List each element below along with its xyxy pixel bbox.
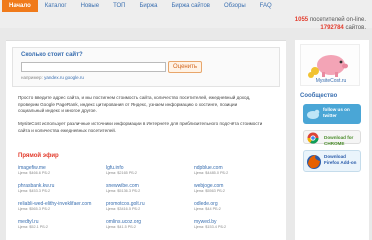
description-line-3: социальный индекс и многое другое. [18,108,97,114]
community-title: Сообщество [300,93,338,99]
firefox-label: Download Firefox Add-on [324,154,357,165]
nav-item-0[interactable]: Начало [2,0,38,12]
nav-item-3[interactable]: ТОП [106,0,132,12]
nav-item-7[interactable]: FAQ [253,0,279,12]
live-site-item: reliabli-wed-elithy-inveklifaer.com Цена:… [18,201,102,212]
firefox-button[interactable]: Download Firefox Add-on [303,150,361,172]
live-site-item: lgfu.info Цена: $2165 РБ:2 [106,165,190,176]
live-feed-title: Прямой эфир [18,153,59,159]
live-site-value: Цена: $41.5 РБ:2 [106,225,136,229]
live-site-value: Цена: $5563 РБ:2 [194,189,226,193]
example-link-2[interactable]: google.ru [65,75,84,80]
live-site-value: Цена: $153.4 РБ:2 [194,225,227,229]
live-site-item: mywed.by Цена: $153.4 РБ:2 [194,219,278,230]
main-content: Сколько стоит сайт? Оценить например: ya… [6,40,286,240]
examples-prefix: например: [21,75,43,80]
twitter-label: follow us on twitter [323,107,350,118]
online-stats: 1055 посетителей on-line. 1792784 сайтов… [295,16,366,32]
live-site-item: omlins.ucoz.org Цена: $41.5 РБ:2 [106,219,190,230]
live-site-value: Цена: $466.6 РБ:2 [18,171,51,175]
twitter-bird-icon [307,109,320,119]
live-site-value: Цена: $52.1 РБ:2 [18,225,48,229]
description-paragraph-2: MysiteCost использует различные источник… [18,121,280,134]
chrome-button[interactable]: Download for CHROME [303,130,361,146]
check-panel: Сколько стоит сайт? Оценить например: ya… [12,47,280,87]
description-line-5: сайта и количества ежедневных посетителе… [18,127,117,133]
live-site-value: Цена: $2165 РБ:2 [106,171,138,175]
sites-count: 1792784 [320,25,344,31]
sidebar: MysiteCost.ru Сообщество follow us on tw… [295,40,369,240]
visitors-label: посетителей on-line. [309,17,366,23]
live-site-item: ndpblue.com Цена: $4485.0 РБ:2 [194,165,278,176]
twitter-button[interactable]: follow us on twitter [303,104,361,124]
live-site-value: Цена: $5136.3 РБ:2 [106,189,141,193]
live-site-item: promotcos.golt.ru Цена: $3416.5 РБ:2 [106,201,190,212]
main-nav: Начало Каталог Новые ТОП Биржа Биржа сайтов Об… [2,0,279,12]
description-line-4: MysiteCost использует различные источник… [18,121,263,126]
live-site-value: Цена: $4485.0 РБ:2 [194,171,229,175]
nav-item-1[interactable]: Каталог [38,0,74,12]
live-site-item: phrasbank.kw.ru Цена: $453.3 РБ:2 [18,183,102,194]
live-site-value: Цена: $453.3 РБ:2 [18,189,51,193]
site-logo[interactable]: MysiteCost.ru [300,44,360,86]
nav-item-6[interactable]: Обзоры [217,0,253,12]
description-paragraph-1: Просто введите адрес сайта, и мы постигн… [18,95,280,115]
description-line-1: Просто введите адрес сайта, и мы постигн… [18,95,251,100]
chrome-icon [307,132,319,144]
nav-item-5[interactable]: Биржа сайтов [164,0,217,12]
evaluate-button[interactable]: Оценить [168,61,202,73]
live-site-value: Цена: $3416.5 РБ:2 [106,207,141,211]
nav-item-2[interactable]: Новые [74,0,107,12]
live-site-item: snewwibe.com Цена: $5136.3 РБ:2 [106,183,190,194]
live-site-item: odlede.org Цена: $44 РБ:2 [194,201,278,212]
logo-text: MysiteCost.ru [315,78,347,84]
live-site-item: webjoge.com Цена: $5563 РБ:2 [194,183,278,194]
live-site-item: medtyl.ru Цена: $52.1 РБ:2 [18,219,102,230]
check-title: Сколько стоит сайт? [21,52,83,58]
example-link-1[interactable]: yandex.ru [44,75,64,80]
live-site-item: imagefiw.me Цена: $466.6 РБ:2 [18,165,102,176]
nav-item-4[interactable]: Биржа [132,0,164,12]
visitors-count: 1055 [294,17,309,23]
top-bar: Начало Каталог Новые ТОП Биржа Биржа сайтов Об… [0,0,372,31]
firefox-icon [307,155,321,169]
chrome-label: Download for CHROME [324,135,354,146]
live-site-value: Цена: $565.3 РБ:2 [18,207,51,211]
site-url-input[interactable] [21,62,166,72]
examples: например: yandex.ru google.ru [21,75,84,80]
live-site-value: Цена: $44 РБ:2 [194,207,221,211]
sites-label: сайтов. [345,25,366,31]
